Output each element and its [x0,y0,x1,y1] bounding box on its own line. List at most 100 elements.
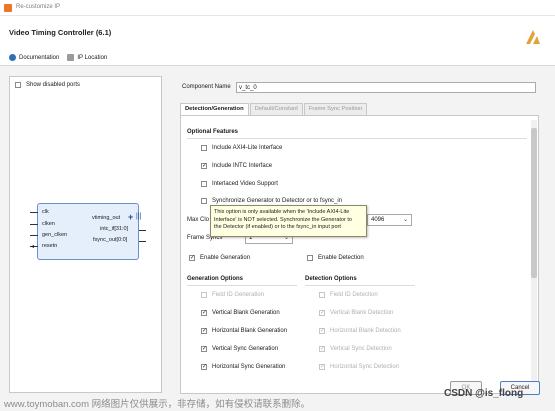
enable-detection-label: Enable Detection [318,255,364,261]
bus-expand-icon[interactable]: + [128,212,133,222]
port-line-clken [30,224,38,225]
max-clocks-label: Max Clo [187,217,210,223]
divider [187,138,527,139]
option-include-axi4-lite[interactable]: Include AXI4-Lite Interface [201,145,282,151]
checkbox[interactable] [201,292,207,298]
tab-detection-generation[interactable]: Detection/Generation [180,103,249,115]
port-line-gen-clken [30,235,38,236]
port-line-intc-if [139,230,146,231]
checkbox[interactable] [201,145,207,151]
ip-header: Video Timing Controller (6.1) Documentat… [0,16,555,66]
option-label: Include AXI4-Lite Interface [212,145,283,151]
enable-detection-row[interactable]: Enable Detection [307,255,364,261]
generation-options-title: Generation Options [187,276,244,282]
tab-content-detection-generation: Optional Features Include AXI4-Lite Inte… [180,115,539,394]
xilinx-logo-icon [526,30,540,44]
chevron-down-icon: ⌄ [402,217,408,223]
checkbox[interactable] [319,309,325,316]
max-clocks-select[interactable]: 4096 ⌄ [367,214,412,226]
option-vertical-sync-generation[interactable]: Vertical Sync Generation [201,345,278,352]
optional-features-title: Optional Features [187,129,239,135]
scrollbar-thumb[interactable] [531,128,537,278]
show-disabled-ports-checkbox[interactable] [15,82,21,88]
option-horizontal-blank-generation[interactable]: Horizontal Blank Generation [201,327,288,334]
port-line-fsync-out [139,241,146,242]
divider [187,285,297,286]
checkbox[interactable] [319,327,325,334]
app-icon [4,4,12,12]
reset-bubble-icon: ◂ [31,244,35,250]
option-vertical-sync-detection[interactable]: Vertical Sync Detection [319,345,392,352]
checkbox[interactable] [201,363,207,370]
port-clk: clk [42,209,49,215]
component-name-label: Component Name [182,84,231,90]
option-field-id-generation[interactable]: Field ID Generation [201,292,264,298]
option-include-intc[interactable]: Include INTC Interface [201,162,273,169]
option-label: Field ID Detection [330,292,378,298]
option-label: Vertical Blank Detection [330,310,394,316]
config-tabs: Detection/Generation Default/Constant Fr… [180,103,368,115]
tab-frame-sync-position[interactable]: Frame Sync Position [303,103,368,115]
option-label: Vertical Sync Detection [330,346,392,352]
tab-default-constant[interactable]: Default/Constant [249,103,303,115]
option-vertical-blank-generation[interactable]: Vertical Blank Generation [201,309,280,316]
checkbox[interactable] [319,292,325,298]
window-title: Re-customize IP [16,4,61,10]
checkbox[interactable] [201,198,207,204]
checkbox[interactable] [319,363,325,370]
port-vtiming-out: vtiming_out [92,215,121,221]
folder-icon [67,54,75,61]
show-disabled-ports-row[interactable]: Show disabled ports [15,82,80,88]
enable-detection-checkbox[interactable] [307,255,313,261]
option-label: Include INTC Interface [212,163,273,169]
option-field-id-detection[interactable]: Field ID Detection [319,292,378,298]
option-label: Horizontal Sync Generation [212,364,286,370]
enable-generation-checkbox[interactable] [189,254,195,261]
tooltip-line: Interface' is NOT selected. Synchronize … [214,216,352,223]
ip-title: Video Timing Controller (6.1) [9,28,112,37]
show-disabled-ports-label: Show disabled ports [26,82,81,88]
option-label: Horizontal Sync Detection [330,364,400,370]
port-line-clk [30,212,38,213]
option-label: Horizontal Blank Detection [330,328,401,334]
option-vertical-blank-detection[interactable]: Vertical Blank Detection [319,309,394,316]
option-label: Synchronize Generator to Detector or to … [212,198,343,204]
option-horizontal-sync-detection[interactable]: Horizontal Sync Detection [319,363,400,370]
divider [305,285,415,286]
tooltip-line: This option is only available when the '… [214,209,350,215]
nav-ip-location[interactable]: IP Location [67,54,107,61]
option-label: Horizontal Blank Generation [212,328,288,334]
tooltip: This option is only available when the '… [210,205,367,237]
checkbox[interactable] [319,345,325,352]
port-resetn: resetn [42,243,58,249]
watermark-text: www.toymoban.com 网络图片仅供展示，非存储，如有侵权请联系删除。 [4,399,311,410]
option-synchronize-generator[interactable]: Synchronize Generator to Detector or to … [201,198,342,204]
credit-text: CSDN @is_flong [444,388,524,399]
enable-generation-label: Enable Generation [200,255,251,261]
tooltip-line: the Detector (if enabled) or to the fsyn… [214,224,341,230]
enable-generation-row[interactable]: Enable Generation [189,254,251,261]
nav-documentation[interactable]: Documentation [9,54,59,61]
checkbox[interactable] [201,181,207,187]
option-label: Field ID Generation [212,292,265,298]
checkbox[interactable] [201,345,207,352]
bus-interface-icon: ||| [136,213,142,220]
option-label: Interlaced Video Support [212,181,278,187]
option-label: Vertical Blank Generation [212,310,280,316]
nav-documentation-label: Documentation [19,54,60,61]
detection-options-title: Detection Options [305,276,357,282]
vertical-scrollbar[interactable] [531,120,537,392]
checkbox[interactable] [201,327,207,334]
checkbox[interactable] [201,162,207,169]
max-clocks-value: 4096 [371,217,385,223]
option-horizontal-blank-detection[interactable]: Horizontal Blank Detection [319,327,401,334]
component-name-input[interactable]: v_tc_0 [236,82,536,93]
checkbox[interactable] [201,309,207,316]
window-titlebar: Re-customize IP [0,0,555,16]
info-icon [9,54,16,61]
option-horizontal-sync-generation[interactable]: Horizontal Sync Generation [201,363,286,370]
port-clken: clken [42,221,55,227]
option-interlaced-video[interactable]: Interlaced Video Support [201,181,278,187]
port-fsync-out: fsync_out[0:0] [93,237,128,243]
port-intc-if: intc_if[31:0] [100,226,129,232]
